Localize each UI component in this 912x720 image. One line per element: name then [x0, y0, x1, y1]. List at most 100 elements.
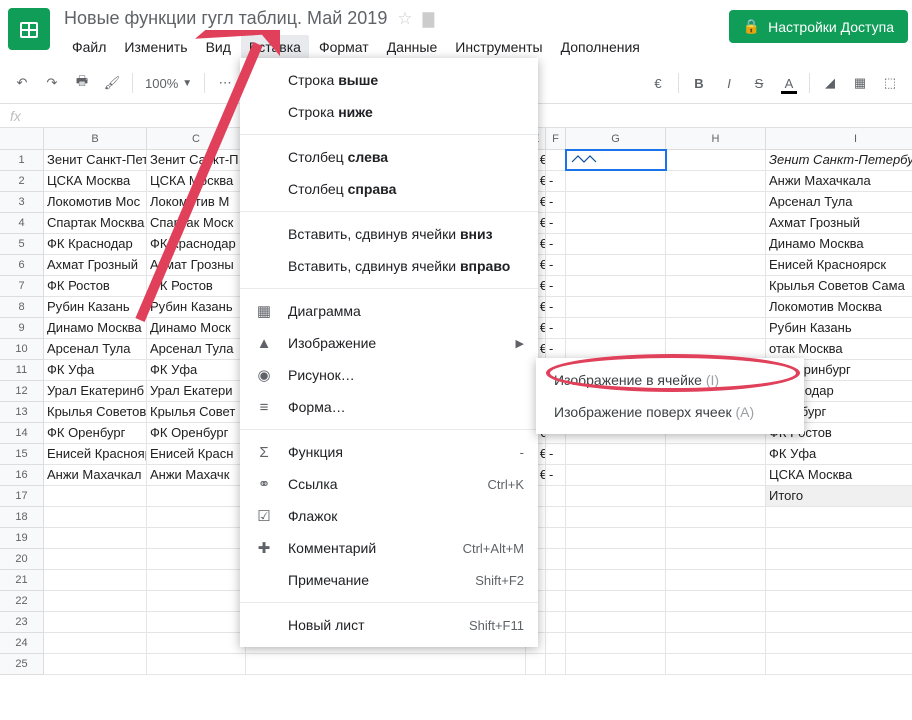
cell-H16[interactable] — [666, 465, 766, 485]
cell-G15[interactable] — [566, 444, 666, 464]
cell-F2[interactable]: - — [546, 171, 566, 191]
cell-B10[interactable]: Арсенал Тула — [44, 339, 147, 359]
row-header-9[interactable]: 9 — [0, 318, 43, 339]
menu-инструменты[interactable]: Инструменты — [447, 35, 550, 59]
menu-item[interactable]: ☑Флажок — [240, 500, 538, 532]
menu-item[interactable]: Вставить, сдвинув ячейки вправо — [240, 250, 538, 282]
star-icon[interactable]: ☆ — [397, 9, 412, 29]
row-header-16[interactable]: 16 — [0, 465, 43, 486]
cell-H19[interactable] — [666, 528, 766, 548]
row-header-10[interactable]: 10 — [0, 339, 43, 360]
cell-I3[interactable]: Арсенал Тула — [766, 192, 912, 212]
menu-данные[interactable]: Данные — [379, 35, 446, 59]
row-header-21[interactable]: 21 — [0, 570, 43, 591]
cell-G21[interactable] — [566, 570, 666, 590]
cell-F15[interactable]: - — [546, 444, 566, 464]
menu-item[interactable]: Строка выше — [240, 64, 538, 96]
row-header-5[interactable]: 5 — [0, 234, 43, 255]
menu-item[interactable]: Новый листShift+F11 — [240, 609, 538, 641]
cell-C20[interactable] — [147, 549, 246, 569]
cell-C17[interactable] — [147, 486, 246, 506]
cell-C13[interactable]: Крылья Совет — [147, 402, 246, 422]
cell-B25[interactable] — [44, 654, 147, 674]
cell-B18[interactable] — [44, 507, 147, 527]
cell-I1[interactable]: Зенит Санкт-Петербург — [766, 150, 912, 170]
cell-B13[interactable]: Крылья Советов — [44, 402, 147, 422]
more-toolbar[interactable]: ⋯ — [211, 69, 239, 97]
menu-item[interactable]: ΣФункция- — [240, 436, 538, 468]
cell-I22[interactable] — [766, 591, 912, 611]
cell-H1[interactable] — [666, 150, 766, 170]
menu-item[interactable]: Столбец справа — [240, 173, 538, 205]
row-header-24[interactable]: 24 — [0, 633, 43, 654]
cell-I23[interactable] — [766, 612, 912, 632]
menu-формат[interactable]: Формат — [311, 35, 377, 59]
cell-G2[interactable] — [566, 171, 666, 191]
cell-F23[interactable] — [546, 612, 566, 632]
cell-D25[interactable] — [246, 654, 526, 674]
submenu-item[interactable]: Изображение поверх ячеек (A) — [536, 396, 804, 428]
share-button[interactable]: 🔒 Настройки Доступа — [729, 10, 908, 43]
cell-C25[interactable] — [147, 654, 246, 674]
cell-B23[interactable] — [44, 612, 147, 632]
undo-button[interactable]: ↶ — [8, 69, 36, 97]
row-header-18[interactable]: 18 — [0, 507, 43, 528]
cell-G20[interactable] — [566, 549, 666, 569]
cell-G3[interactable] — [566, 192, 666, 212]
cell-B5[interactable]: ФК Краснодар — [44, 234, 147, 254]
cell-C23[interactable] — [147, 612, 246, 632]
col-header-G[interactable]: G — [566, 128, 666, 150]
cell-B15[interactable]: Енисей Краснояр — [44, 444, 147, 464]
cell-F8[interactable]: - — [546, 297, 566, 317]
cell-I2[interactable]: Анжи Махачкала — [766, 171, 912, 191]
cell-I24[interactable] — [766, 633, 912, 653]
cell-E25[interactable] — [526, 654, 546, 674]
menu-дополнения[interactable]: Дополнения — [553, 35, 648, 59]
cell-G24[interactable] — [566, 633, 666, 653]
cell-F24[interactable] — [546, 633, 566, 653]
menu-файл[interactable]: Файл — [64, 35, 114, 59]
row-header-19[interactable]: 19 — [0, 528, 43, 549]
print-button[interactable]: 🖶 — [68, 69, 96, 97]
cell-I9[interactable]: Рубин Казань — [766, 318, 912, 338]
cell-H15[interactable] — [666, 444, 766, 464]
cell-C7[interactable]: ФК Ростов — [147, 276, 246, 296]
cell-H5[interactable] — [666, 234, 766, 254]
cell-H18[interactable] — [666, 507, 766, 527]
cell-C22[interactable] — [147, 591, 246, 611]
row-header-20[interactable]: 20 — [0, 549, 43, 570]
cell-C18[interactable] — [147, 507, 246, 527]
cell-C2[interactable]: ЦСКА Москва — [147, 171, 246, 191]
col-header-F[interactable]: F — [546, 128, 566, 150]
menu-вид[interactable]: Вид — [198, 35, 239, 59]
col-header-C[interactable]: C — [147, 128, 246, 150]
cell-F16[interactable]: - — [546, 465, 566, 485]
cell-I18[interactable] — [766, 507, 912, 527]
cell-I10[interactable]: отак Москва — [766, 339, 912, 359]
menu-item[interactable]: Строка ниже — [240, 96, 538, 128]
cell-B9[interactable]: Динамо Москва — [44, 318, 147, 338]
borders-button[interactable]: ▦ — [846, 69, 874, 97]
cell-B19[interactable] — [44, 528, 147, 548]
merge-button[interactable]: ⬚ — [876, 69, 904, 97]
cell-B7[interactable]: ФК Ростов — [44, 276, 147, 296]
row-header-11[interactable]: 11 — [0, 360, 43, 381]
cell-H2[interactable] — [666, 171, 766, 191]
cell-G6[interactable] — [566, 255, 666, 275]
cell-C8[interactable]: Рубин Казань — [147, 297, 246, 317]
redo-button[interactable]: ↷ — [38, 69, 66, 97]
row-header-15[interactable]: 15 — [0, 444, 43, 465]
cell-I4[interactable]: Ахмат Грозный — [766, 213, 912, 233]
cell-C6[interactable]: Ахмат Грозны — [147, 255, 246, 275]
col-header-B[interactable]: B — [44, 128, 147, 150]
cell-H22[interactable] — [666, 591, 766, 611]
cell-B14[interactable]: ФК Оренбург — [44, 423, 147, 443]
cell-G10[interactable] — [566, 339, 666, 359]
cell-F21[interactable] — [546, 570, 566, 590]
col-header-H[interactable]: H — [666, 128, 766, 150]
row-header-12[interactable]: 12 — [0, 381, 43, 402]
row-header-4[interactable]: 4 — [0, 213, 43, 234]
cell-I19[interactable] — [766, 528, 912, 548]
cell-F25[interactable] — [546, 654, 566, 674]
cell-C4[interactable]: Спартак Моск — [147, 213, 246, 233]
